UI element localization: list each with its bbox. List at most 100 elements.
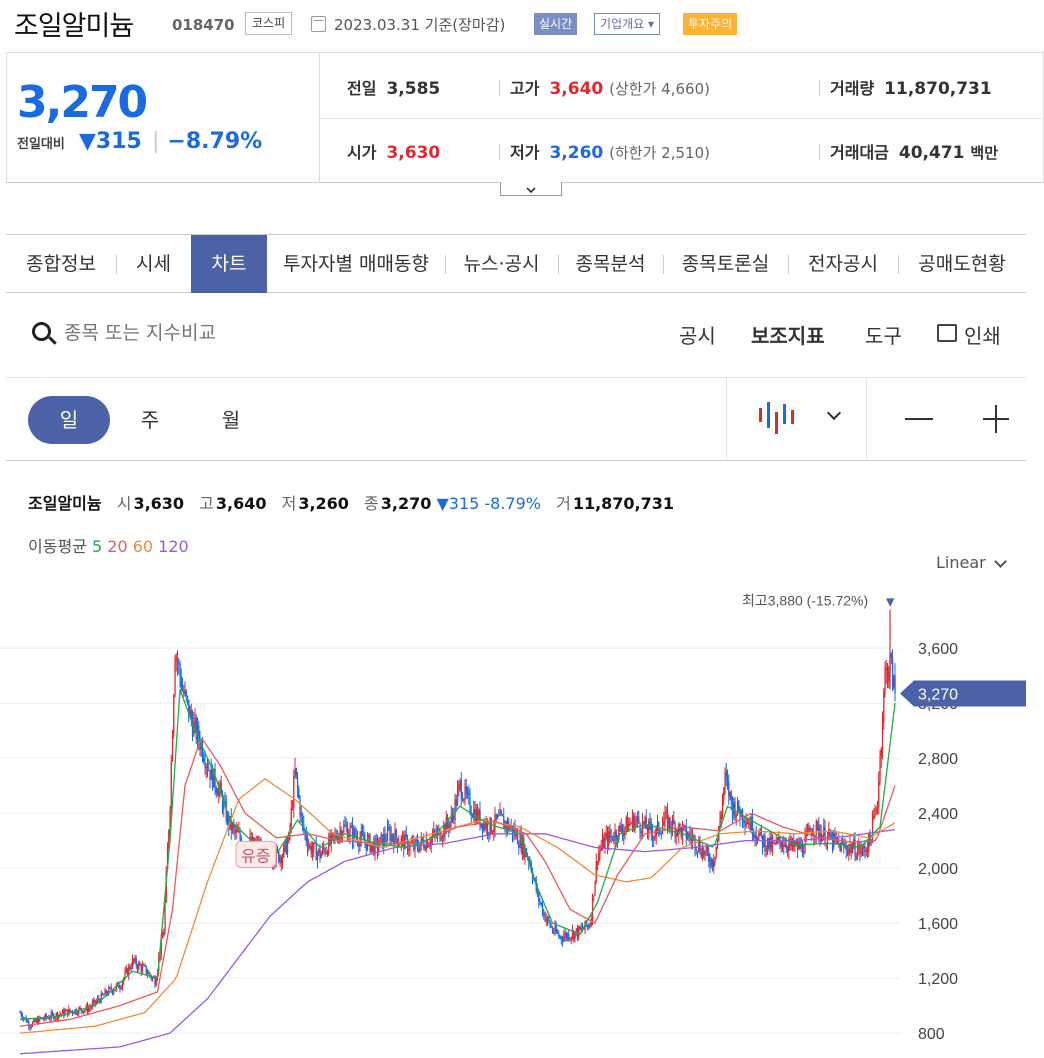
expand-button[interactable] xyxy=(500,182,562,196)
tab-analysis[interactable]: 종목분석 xyxy=(558,235,663,293)
candle-body xyxy=(201,742,204,758)
compare-search-input[interactable] xyxy=(64,318,364,348)
candle-body xyxy=(43,1019,45,1021)
candle-body xyxy=(848,848,850,854)
candle-body xyxy=(381,834,384,848)
candle-body xyxy=(54,1017,56,1020)
candle-body xyxy=(881,722,884,749)
candle-body xyxy=(864,848,866,852)
candle-body xyxy=(886,667,889,682)
period-day-button[interactable]: 일 xyxy=(28,396,110,444)
candle-body xyxy=(705,847,707,852)
candle-body xyxy=(816,821,819,825)
candle-body xyxy=(180,676,182,690)
candle-body xyxy=(541,904,544,915)
candle-body xyxy=(784,844,786,847)
candle-body xyxy=(84,1009,86,1011)
candle-body xyxy=(313,842,315,850)
candle-body xyxy=(606,833,609,846)
company-overview-dropdown[interactable]: 기업개요 ▾ xyxy=(594,13,661,35)
candle-body xyxy=(103,994,105,996)
print-button[interactable]: 인쇄 xyxy=(964,320,1001,349)
candle-body xyxy=(111,990,114,993)
candle-body xyxy=(845,845,847,851)
period-week-button[interactable]: 주 xyxy=(109,396,191,444)
candle-body xyxy=(203,757,205,762)
price-chart[interactable]: 3,6003,2002,8002,4002,0001,6001,200800유증… xyxy=(0,580,1044,1058)
candle-body xyxy=(119,988,121,990)
tab-investor-trading[interactable]: 투자자별 매매동향 xyxy=(267,235,445,293)
candle-body xyxy=(140,965,142,972)
candle-body xyxy=(231,824,234,831)
tab-discussion[interactable]: 종목토론실 xyxy=(663,235,788,293)
candle-body xyxy=(101,993,104,995)
candle-body xyxy=(176,657,179,664)
candle-body xyxy=(558,933,560,937)
candle-body xyxy=(568,933,570,940)
realtime-badge[interactable]: 실시간 xyxy=(534,13,578,35)
market-badge: 코스피 xyxy=(245,12,293,35)
candle-body xyxy=(421,837,424,842)
candle-body xyxy=(300,813,302,816)
candle-body xyxy=(173,695,175,735)
candle-body xyxy=(553,931,555,933)
candle-body xyxy=(184,690,186,694)
candle-body xyxy=(599,849,601,853)
candle-body xyxy=(354,828,356,837)
candle-body xyxy=(373,841,375,855)
candle-body xyxy=(478,810,480,822)
candle-body xyxy=(588,925,590,928)
candle-body xyxy=(700,852,702,858)
candle-body xyxy=(675,830,677,837)
triangle-down-icon: ▼ xyxy=(886,596,895,609)
candle-body xyxy=(879,756,881,782)
tab-overview[interactable]: 종합정보 xyxy=(6,235,116,293)
candle-body xyxy=(604,837,606,849)
candle-body xyxy=(21,1016,24,1019)
candle-body xyxy=(455,799,457,806)
candle-body xyxy=(556,932,559,934)
candle-body xyxy=(551,927,554,932)
candle-body xyxy=(578,926,580,937)
tab-quotes[interactable]: 시세 xyxy=(116,235,191,293)
tab-disclosure[interactable]: 전자공시 xyxy=(788,235,898,293)
candle-body xyxy=(695,848,697,851)
candle-body xyxy=(650,823,652,832)
notice-button[interactable]: 공시 xyxy=(679,320,716,349)
tab-short-selling[interactable]: 공매도현황 xyxy=(898,235,1026,293)
drawing-tool-button[interactable]: 도구 xyxy=(865,320,902,349)
candle-body xyxy=(325,851,327,854)
candle-body xyxy=(134,958,136,962)
period-month-button[interactable]: 월 xyxy=(190,396,272,444)
candle-body xyxy=(803,853,805,855)
price-summary: 3,270 전일대비 ▼315 | −8.79% 전일 3,585 고가 3,640 … xyxy=(6,52,1044,183)
candlestick-type-icon[interactable] xyxy=(756,400,796,436)
candle-body xyxy=(868,833,870,853)
zoom-out-icon[interactable] xyxy=(905,418,933,420)
print-icon[interactable] xyxy=(937,324,957,342)
candle-body xyxy=(620,825,622,832)
low-price: 저가 3,260 (하한가 2,510) xyxy=(499,139,710,163)
candle-body xyxy=(503,816,505,828)
chevron-down-icon[interactable] xyxy=(826,405,842,421)
candle-body xyxy=(51,1012,54,1015)
tab-chart[interactable]: 차트 xyxy=(191,235,267,293)
candle-body xyxy=(846,850,849,854)
tab-news[interactable]: 뉴스·공시 xyxy=(445,235,558,293)
candle-body xyxy=(638,816,640,823)
indicator-button[interactable]: 보조지표 xyxy=(751,320,825,349)
candle-body xyxy=(884,670,886,692)
candle-body xyxy=(569,938,571,940)
candle-body xyxy=(385,840,387,842)
candle-body xyxy=(379,837,381,847)
chevron-down-icon[interactable] xyxy=(994,555,1007,568)
y-tick-label: 1,200 xyxy=(918,971,958,988)
y-tick-label: 1,600 xyxy=(918,916,958,933)
candle-body xyxy=(398,843,400,846)
candle-body xyxy=(738,800,740,812)
scale-selector[interactable]: Linear xyxy=(936,553,986,572)
trade-amount: 거래대금 40,471 백만 xyxy=(819,139,998,163)
candle-body xyxy=(751,817,754,836)
candle-body xyxy=(464,785,466,800)
search-icon[interactable] xyxy=(32,322,51,341)
